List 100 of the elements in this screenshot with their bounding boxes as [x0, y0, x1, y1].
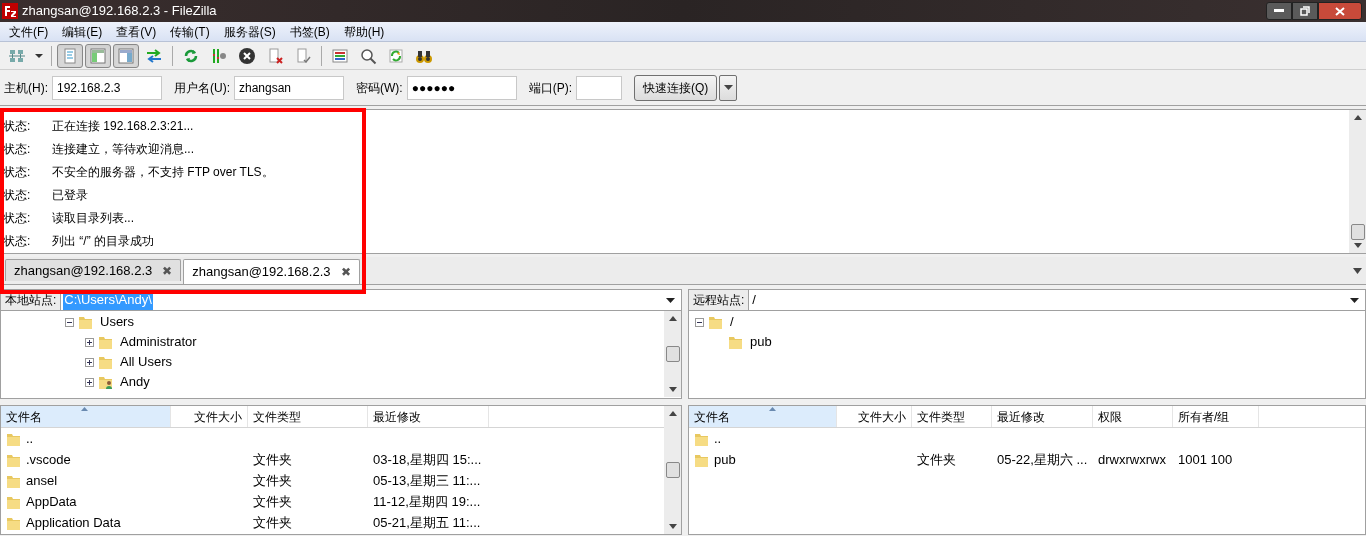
restore-button[interactable]: [1292, 2, 1318, 20]
expand-icon[interactable]: [85, 337, 94, 347]
file-name: pub: [714, 450, 736, 469]
field-label: 用户名(U):: [174, 79, 230, 97]
expand-icon[interactable]: [85, 357, 94, 367]
column-header[interactable]: 文件名: [689, 406, 837, 427]
tab-close-button[interactable]: ✖: [162, 261, 173, 280]
file-name: AppData: [26, 492, 77, 511]
scrollbar[interactable]: [664, 406, 681, 534]
tree-item[interactable]: /: [728, 312, 736, 332]
user-folder-icon: [98, 374, 114, 390]
scroll-down-icon: [668, 524, 677, 529]
folder-icon: [708, 314, 724, 330]
scrollbar[interactable]: [1349, 110, 1366, 253]
tree-item[interactable]: pub: [748, 332, 774, 352]
table-cell-text: 05-13,星期三 11:...: [373, 471, 481, 490]
menu-item[interactable]: 书签(B): [282, 22, 337, 41]
minimize-button[interactable]: [1266, 2, 1292, 20]
field-label: 主机(H):: [4, 79, 48, 97]
input-field[interactable]: 192.168.2.3: [52, 75, 162, 100]
app-logo-icon: [2, 3, 18, 19]
input-field[interactable]: zhangsan: [234, 75, 344, 100]
menu-item[interactable]: 查看(V): [109, 22, 164, 41]
sort-arrow-icon: [81, 407, 88, 411]
table-cell-text: 05-22,星期六 ...: [997, 450, 1088, 469]
table-cell-text: 文件夹: [253, 513, 292, 532]
file-name: ..: [714, 429, 722, 448]
scroll-down-icon: [668, 387, 677, 392]
caret-icon: [1350, 297, 1359, 303]
field-label: 端口(P):: [528, 79, 572, 97]
document-check-icon: [294, 46, 312, 65]
log-label: 状态:: [3, 209, 32, 227]
connection-tab[interactable]: zhangsan@192.168.2.3 ✖: [183, 259, 360, 284]
tree-item[interactable]: Administrator: [118, 332, 199, 352]
folder-icon: [728, 334, 744, 350]
log-label: 状态:: [3, 186, 32, 204]
menu-item[interactable]: 服务器(S): [216, 22, 283, 41]
expand-icon[interactable]: [85, 377, 94, 387]
document-x-icon: [266, 46, 284, 65]
dropdown-button[interactable]: [719, 74, 738, 101]
close-icon: [1335, 6, 1345, 16]
log-message: 已登录: [52, 186, 88, 204]
scroll-up-icon: [1353, 115, 1362, 120]
field-label: 密码(W):: [356, 79, 403, 97]
tree-item[interactable]: Andy: [118, 372, 152, 392]
log-message: 正在连接 192.168.2.3:21...: [52, 117, 194, 135]
column-header[interactable]: 文件类型: [912, 406, 992, 427]
table-cell-text: 文件夹: [917, 450, 956, 469]
input-field[interactable]: [576, 75, 622, 100]
file-name: ansel: [26, 471, 58, 490]
log-label: 状态:: [3, 232, 32, 250]
close-button[interactable]: [1318, 2, 1362, 20]
log-label: 状态:: [3, 163, 32, 181]
column-header[interactable]: 最近修改: [368, 406, 489, 427]
tab-menu-caret-icon[interactable]: [1353, 268, 1362, 274]
table-cell-text: 05-21,星期五 11:...: [373, 513, 481, 532]
sync-icon: [387, 46, 405, 65]
column-header[interactable]: 文件大小: [837, 406, 912, 427]
table-cell-text: 文件夹: [253, 492, 292, 511]
collapse-icon[interactable]: [695, 317, 704, 327]
menu-item[interactable]: 文件(F): [2, 22, 56, 41]
table-cell-text: 文件夹: [253, 450, 292, 469]
scroll-thumb[interactable]: [665, 462, 680, 478]
column-header[interactable]: 文件大小: [171, 406, 248, 427]
path-combobox[interactable]: /: [749, 290, 1365, 310]
scrollbar[interactable]: [664, 311, 681, 397]
scroll-thumb[interactable]: [1350, 224, 1365, 240]
window-title: zhangsan@192.168.2.3 - FileZilla: [22, 2, 217, 21]
column-header[interactable]: 最近修改: [992, 406, 1093, 427]
input-field[interactable]: ●●●●●●: [406, 75, 517, 100]
menu-item[interactable]: 传输(T): [163, 22, 217, 41]
column-header[interactable]: 所有者/组: [1173, 406, 1259, 427]
scroll-thumb[interactable]: [665, 346, 680, 362]
tree-item[interactable]: Users: [98, 312, 136, 332]
collapse-icon[interactable]: [65, 317, 74, 327]
quickconnect-button[interactable]: 快速连接(Q): [634, 74, 718, 101]
tree-item[interactable]: All Users: [118, 352, 174, 372]
file-name: Application Data: [26, 513, 121, 532]
site-label: 远程站点:: [689, 290, 750, 310]
log-message: 不安全的服务器，不支持 FTP over TLS。: [52, 163, 274, 181]
folder-icon: [78, 314, 94, 330]
column-header[interactable]: 权限: [1093, 406, 1173, 427]
scroll-down-icon: [1353, 243, 1362, 248]
sort-arrow-icon: [769, 407, 776, 411]
caret-icon: [666, 297, 675, 303]
log-message: 列出 “/” 的目录成功: [52, 232, 154, 250]
menu-item[interactable]: 编辑(E): [55, 22, 110, 41]
column-header[interactable]: 文件类型: [248, 406, 368, 427]
column-header[interactable]: 文件名: [1, 406, 171, 427]
local-tree-icon: [89, 46, 107, 65]
table-cell-text: 03-18,星期四 15:...: [373, 450, 482, 469]
caret-icon: [723, 85, 733, 90]
tab-title: zhangsan@192.168.2.3: [192, 263, 331, 282]
queue-list-icon: [331, 46, 349, 65]
connection-tab[interactable]: zhangsan@192.168.2.3 ✖: [5, 259, 182, 281]
message-log-icon: [61, 46, 79, 65]
log-label: 状态:: [3, 117, 32, 135]
transfer-arrows-icon: [145, 46, 163, 65]
menu-item[interactable]: 帮助(H): [336, 22, 392, 41]
tab-close-button[interactable]: ✖: [340, 263, 351, 281]
